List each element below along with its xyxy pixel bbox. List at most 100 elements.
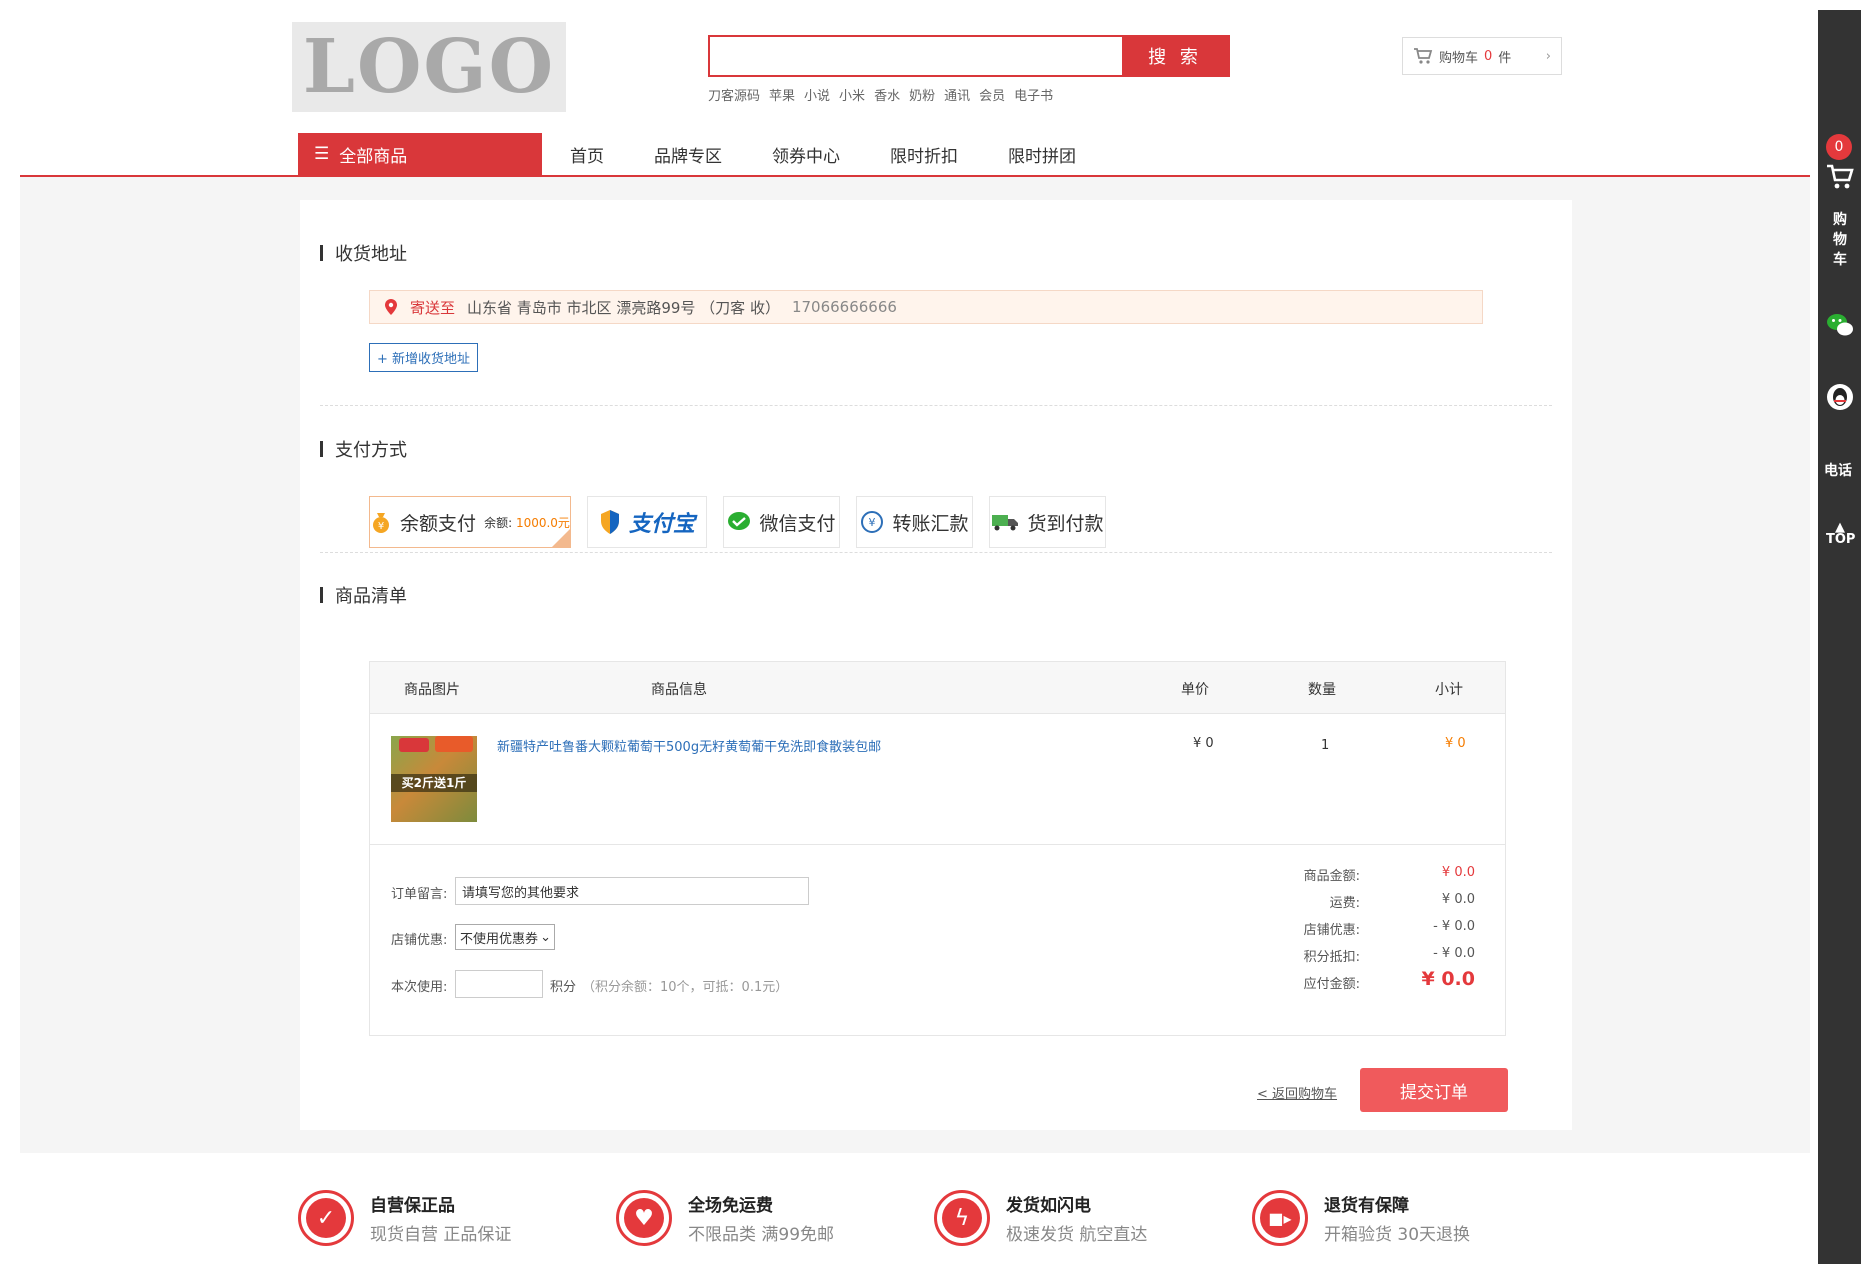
hot-word[interactable]: 香水 — [874, 85, 900, 104]
search-input[interactable] — [710, 37, 1122, 75]
col-info: 商品信息 — [651, 682, 707, 698]
section-title-address: 收货地址 — [320, 240, 407, 266]
product-image-tag: 买2斤送1斤 — [391, 774, 477, 792]
product-image[interactable]: 买2斤送1斤 — [391, 736, 477, 822]
section-title-goods: 商品清单 — [320, 582, 407, 608]
points-input[interactable] — [455, 970, 543, 998]
col-price: 单价 — [1181, 682, 1209, 698]
pay-wechat-label: 微信支付 — [759, 512, 836, 535]
feature-desc: 极速发货 航空直达 — [1006, 1225, 1148, 1245]
sum-value: ¥ 0.0 — [1441, 865, 1475, 880]
sidebar-phone[interactable]: 电话 — [1824, 460, 1852, 480]
hot-word[interactable]: 奶粉 — [909, 85, 935, 104]
cart-unit: 件 — [1498, 50, 1512, 66]
hot-word[interactable]: 刀客源码 — [708, 85, 760, 104]
sum-value: - ¥ 0.0 — [1433, 946, 1475, 961]
pay-transfer-option[interactable]: ¥ 转账汇款 — [856, 496, 973, 548]
feature-item: ✓ 自营保正品现货自营 正品保证 — [298, 1190, 511, 1246]
all-categories-label: 全部商品 — [339, 146, 408, 167]
nav-item-coupons[interactable]: 领券中心 — [772, 142, 840, 167]
ship-to-label: 寄送至 — [410, 298, 456, 317]
qq-icon[interactable] — [1825, 382, 1855, 412]
pay-balance-option[interactable]: ¥ 余额支付 余额: 1000.0元 — [369, 496, 571, 548]
pay-alipay-option[interactable]: 支付宝 — [587, 496, 707, 548]
balance-amount: 余额: 1000.0元 — [484, 515, 570, 530]
pay-wechat-option[interactable]: 微信支付 — [723, 496, 840, 548]
product-qty: 1 — [1321, 738, 1330, 753]
address-text: 山东省 青岛市 市北区 漂亮路99号 （刀客 收） — [467, 298, 780, 317]
pay-balance-label: 余额支付 — [400, 512, 477, 535]
divider — [320, 405, 1552, 406]
nav-item-brands[interactable]: 品牌专区 — [654, 142, 722, 167]
wechat-pay-icon — [728, 512, 751, 530]
chevron-right-icon: › — [1545, 48, 1551, 64]
feature-title: 发货如闪电 — [1006, 1196, 1091, 1216]
coupon-label: 店铺优惠: — [391, 933, 448, 948]
order-options: 订单留言: 请填写您的其他要求 店铺优惠: 不使用优惠券 ⌄ 本次使用: 积分 （… — [370, 845, 1505, 1035]
cart-label: 购物车 — [1439, 50, 1479, 66]
pay-cod-option[interactable]: 货到付款 — [989, 496, 1106, 548]
cart-count-badge: 0 — [1826, 134, 1852, 160]
wechat-icon[interactable] — [1825, 310, 1855, 340]
feature-desc: 现货自营 正品保证 — [370, 1225, 512, 1245]
hot-word[interactable]: 小说 — [804, 85, 830, 104]
hot-word[interactable]: 小米 — [839, 85, 865, 104]
header-cart-button[interactable]: 购物车 0 件 › — [1402, 37, 1562, 75]
transfer-icon: ¥ — [861, 511, 884, 533]
points-unit: 积分 — [550, 980, 577, 995]
hot-words: 刀客源码 苹果 小说 小米 香水 奶粉 通讯 会员 电子书 — [708, 85, 1053, 104]
logo[interactable]: LOGO — [292, 22, 566, 112]
nav-item-group-buy[interactable]: 限时拼团 — [1008, 142, 1076, 167]
search-button[interactable]: 搜 索 — [1122, 37, 1228, 75]
divider — [320, 552, 1552, 553]
feature-title: 自营保正品 — [370, 1196, 455, 1216]
svg-text:¥: ¥ — [378, 521, 384, 532]
col-image: 商品图片 — [404, 682, 460, 698]
feature-item: ϟ 发货如闪电极速发货 航空直达 — [934, 1190, 1147, 1246]
goods-table: 商品图片 商品信息 单价 数量 小计 买2斤送1斤 新疆特产吐鲁番大颗粒葡萄干5… — [369, 661, 1506, 1036]
table-row: 买2斤送1斤 新疆特产吐鲁番大颗粒葡萄干500g无籽黄萄葡干免洗即食散装包邮 ¥… — [370, 714, 1505, 845]
sum-label: 店铺优惠: — [1303, 923, 1360, 938]
coupon-select[interactable]: 不使用优惠券 ⌄ — [455, 924, 555, 950]
checkout-panel: 收货地址 寄送至 山东省 青岛市 市北区 漂亮路99号 （刀客 收） 17066… — [300, 200, 1572, 1130]
add-address-button[interactable]: + 新增收货地址 — [369, 343, 478, 372]
menu-icon: ☰ — [314, 144, 330, 164]
hot-word[interactable]: 会员 — [979, 85, 1005, 104]
nav-item-discount[interactable]: 限时折扣 — [890, 142, 958, 167]
points-label: 本次使用: — [391, 980, 448, 995]
feature-item: ♥ 全场免运费 不限品类 满99免邮 — [616, 1190, 834, 1246]
hot-word[interactable]: 通讯 — [944, 85, 970, 104]
hot-word[interactable]: 电子书 — [1014, 85, 1053, 104]
sidebar-cart-label[interactable]: 购物车 — [1831, 210, 1849, 270]
sum-value: - ¥ 0.0 — [1433, 919, 1475, 934]
product-price: ¥ 0 — [1193, 736, 1214, 751]
product-name-link[interactable]: 新疆特产吐鲁番大颗粒葡萄干500g无籽黄萄葡干免洗即食散装包邮 — [497, 736, 881, 755]
alipay-logo: 支付宝 — [628, 511, 695, 537]
submit-order-button[interactable]: 提交订单 — [1360, 1068, 1508, 1112]
lightning-icon: ϟ — [934, 1190, 990, 1246]
shield-icon: ✓ — [298, 1190, 354, 1246]
cart-icon[interactable] — [1825, 162, 1855, 192]
back-to-top-button[interactable]: ▲ TOP — [1826, 521, 1855, 546]
feature-title: 退货有保障 — [1324, 1196, 1409, 1216]
pay-cod-label: 货到付款 — [1027, 512, 1104, 535]
payable-amount: ¥ 0.0 — [1421, 968, 1476, 990]
nav-item-home[interactable]: 首页 — [570, 142, 604, 167]
all-categories-button[interactable]: ☰ 全部商品 — [298, 133, 542, 175]
cart-icon — [1414, 48, 1433, 64]
order-note-input[interactable]: 请填写您的其他要求 — [455, 877, 809, 905]
main-nav: ☰ 全部商品 首页 品牌专区 领券中心 限时折扣 限时拼团 — [298, 133, 1076, 175]
svg-text:¥: ¥ — [869, 516, 876, 529]
back-to-cart-link[interactable]: < 返回购物车 — [1257, 1083, 1337, 1102]
sum-label: 运费: — [1329, 896, 1360, 911]
hot-word[interactable]: 苹果 — [769, 85, 795, 104]
feature-title: 全场免运费 — [688, 1196, 773, 1216]
feature-desc: 开箱验货 30天退换 — [1324, 1225, 1471, 1245]
sum-label: 积分抵扣: — [1303, 950, 1360, 965]
col-qty: 数量 — [1308, 682, 1336, 698]
location-pin-icon — [385, 299, 397, 315]
right-toolbar: 0 购物车 电话 ▲ TOP — [1818, 10, 1861, 1264]
goods-table-header: 商品图片 商品信息 单价 数量 小计 — [370, 662, 1505, 714]
chevron-down-icon: ⌄ — [540, 929, 551, 945]
selected-address[interactable]: 寄送至 山东省 青岛市 市北区 漂亮路99号 （刀客 收） 1706666666… — [369, 290, 1483, 324]
